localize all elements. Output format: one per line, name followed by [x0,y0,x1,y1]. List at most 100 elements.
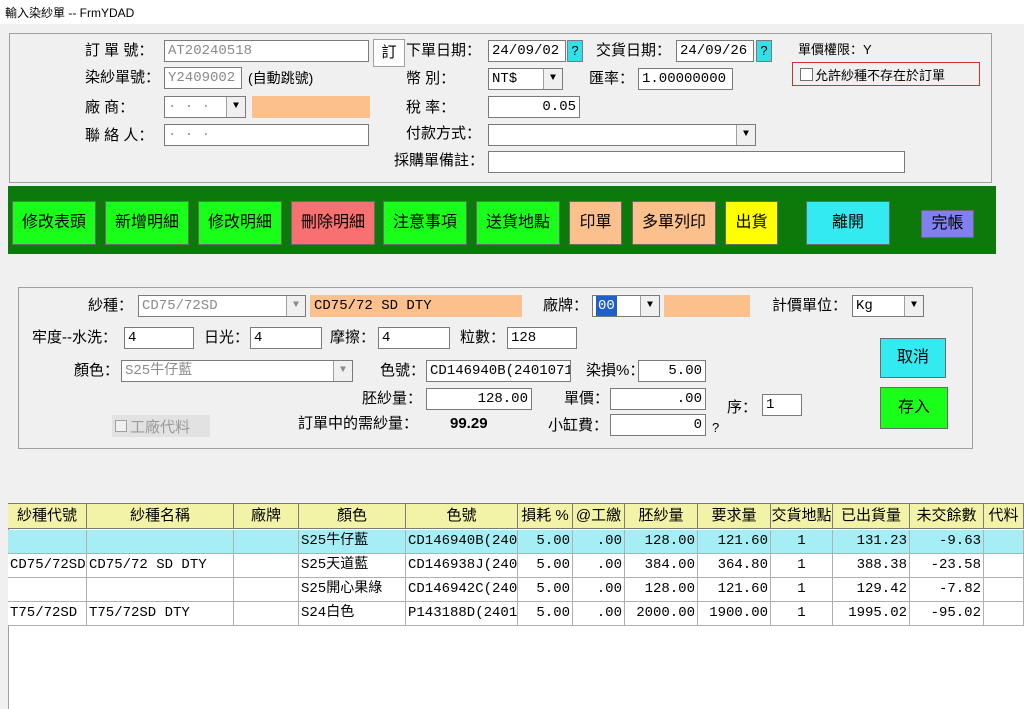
grid-cell-fee[interactable]: .00 [573,578,625,602]
grains-field[interactable]: 128 [507,327,577,349]
grid-cell-color[interactable]: S24白色 [299,602,406,626]
grid-cell-greige[interactable]: 128.00 [625,530,698,554]
grid-header-3[interactable]: 顏色 [299,503,406,529]
seq-field[interactable]: 1 [762,394,802,416]
grid-cell-loss[interactable]: 5.00 [518,578,573,602]
grid-cell-color[interactable]: S25開心果綠 [299,578,406,602]
delete-detail-button[interactable]: 刪除明細 [291,201,375,245]
grid-cell-req[interactable]: 1900.00 [698,602,771,626]
print-button[interactable]: 印單 [569,201,622,245]
grid-cell-greige[interactable]: 2000.00 [625,602,698,626]
ship-button[interactable]: 出貨 [725,201,778,245]
chevron-down-icon[interactable]: ▼ [286,296,305,316]
grid-cell-code[interactable]: T75/72SD [8,602,87,626]
factory-material-checkbox-group[interactable]: 工廠代料 [112,415,210,437]
grid-cell-place[interactable]: 1 [771,530,833,554]
grid-cell-shipped[interactable]: 129.42 [833,578,910,602]
cancel-button[interactable]: 取消 [880,338,946,378]
grid-header-10[interactable]: 已出貨量 [833,503,910,529]
grid-cell-shipped[interactable]: 131.23 [833,530,910,554]
chevron-down-icon[interactable]: ▼ [640,296,659,316]
grid-header-12[interactable]: 代料 [984,503,1024,529]
grid-cell-shipped[interactable]: 1995.02 [833,602,910,626]
grid-cell-loss[interactable]: 5.00 [518,554,573,578]
vendor-select[interactable]: · · · ▼ [164,96,246,118]
grid-header-6[interactable]: @工繳 [573,503,625,529]
grid-cell-brand[interactable] [234,554,299,578]
rate-field[interactable]: 1.00000000 [638,68,733,90]
tax-field[interactable]: 0.05 [488,96,580,118]
chevron-down-icon[interactable]: ▼ [543,69,562,89]
chevron-down-icon[interactable]: ▼ [226,97,245,117]
grid-cell-brand[interactable] [234,578,299,602]
grid-cell-name[interactable] [87,578,234,602]
grid-cell-color[interactable]: S25天道藍 [299,554,406,578]
chevron-down-icon[interactable]: ▼ [904,296,923,316]
grid-cell-remain[interactable]: -9.63 [910,530,984,554]
grid-header-5[interactable]: 損耗 % [518,503,573,529]
light-field[interactable]: 4 [250,327,322,349]
grid-cell-name[interactable]: CD75/72 SD DTY [87,554,234,578]
allow-yarn-checkbox[interactable] [800,68,813,81]
grid-cell-place[interactable]: 1 [771,602,833,626]
color-no-field[interactable]: CD146940B(240107123 [426,360,571,382]
edit-detail-button[interactable]: 修改明細 [198,201,282,245]
grid-cell-brand[interactable] [234,530,299,554]
grid-cell-req[interactable]: 121.60 [698,578,771,602]
factory-material-checkbox[interactable] [115,420,127,432]
grid-cell-sub[interactable] [984,578,1024,602]
grid-cell-req[interactable]: 121.60 [698,530,771,554]
price-field[interactable]: .00 [610,388,706,410]
grid-cell-name[interactable] [87,530,234,554]
grid-cell-sub[interactable] [984,602,1024,626]
grid-header-7[interactable]: 胚紗量 [625,503,698,529]
vat-help-icon[interactable]: ? [712,418,719,438]
grid-cell-loss[interactable]: 5.00 [518,530,573,554]
chevron-down-icon[interactable]: ▼ [736,125,755,145]
grid-cell-place[interactable]: 1 [771,578,833,602]
brand-select[interactable]: 00 ▼ [592,295,660,317]
grid-cell-sub[interactable] [984,554,1024,578]
grid-cell-fee[interactable]: .00 [573,602,625,626]
grid-cell-sub[interactable] [984,530,1024,554]
grid-cell-color[interactable]: S25牛仔藍 [299,530,406,554]
grid-header-4[interactable]: 色號 [406,503,518,529]
remark-field[interactable] [488,151,905,173]
currency-select[interactable]: NT$ ▼ [488,68,563,90]
chevron-down-icon[interactable]: ▼ [333,361,352,381]
rub-field[interactable]: 4 [378,327,450,349]
grid-cell-loss[interactable]: 5.00 [518,602,573,626]
grid-cell-remain[interactable]: -23.58 [910,554,984,578]
grid-cell-fee[interactable]: .00 [573,530,625,554]
grid-cell-colorno[interactable]: CD146940B(2401 [406,530,518,554]
order-lookup-button[interactable]: 訂 [373,39,405,67]
add-detail-button[interactable]: 新增明細 [105,201,189,245]
grid-cell-colorno[interactable]: CD146938J(2401 [406,554,518,578]
delivery-date-picker-button[interactable]: ? [756,40,772,62]
grid-cell-code[interactable] [8,530,87,554]
multi-print-button[interactable]: 多單列印 [632,201,716,245]
allow-yarn-checkbox-group[interactable]: 允許紗種不存在於訂單 [792,62,980,86]
wash-field[interactable]: 4 [124,327,194,349]
dye-no-field[interactable]: Y2409002 [164,67,242,89]
grid-cell-name[interactable]: T75/72SD DTY [87,602,234,626]
contact-field[interactable]: · · · [164,124,369,146]
grid-cell-greige[interactable]: 128.00 [625,578,698,602]
grid-header-1[interactable]: 紗種名稱 [87,503,234,529]
order-date-picker-button[interactable]: ? [567,40,583,62]
grid-cell-brand[interactable] [234,602,299,626]
grid-cell-shipped[interactable]: 388.38 [833,554,910,578]
grid-cell-greige[interactable]: 384.00 [625,554,698,578]
delivery-date-field[interactable]: 24/09/26 [676,40,754,62]
order-date-field[interactable]: 24/09/02 [488,40,566,62]
unit-select[interactable]: Kg ▼ [852,295,924,317]
grid-header-11[interactable]: 未交餘數 [910,503,984,529]
edit-header-button[interactable]: 修改表頭 [12,201,96,245]
grid-header-8[interactable]: 要求量 [698,503,771,529]
grid-cell-code[interactable]: CD75/72SD [8,554,87,578]
close-account-button[interactable]: 完帳 [921,210,974,238]
grid-cell-colorno[interactable]: P143188D(24010 [406,602,518,626]
grid-header-0[interactable]: 紗種代號 [8,503,87,529]
yarn-code-select[interactable]: CD75/72SD ▼ [138,295,306,317]
loss-field[interactable]: 5.00 [638,360,706,382]
